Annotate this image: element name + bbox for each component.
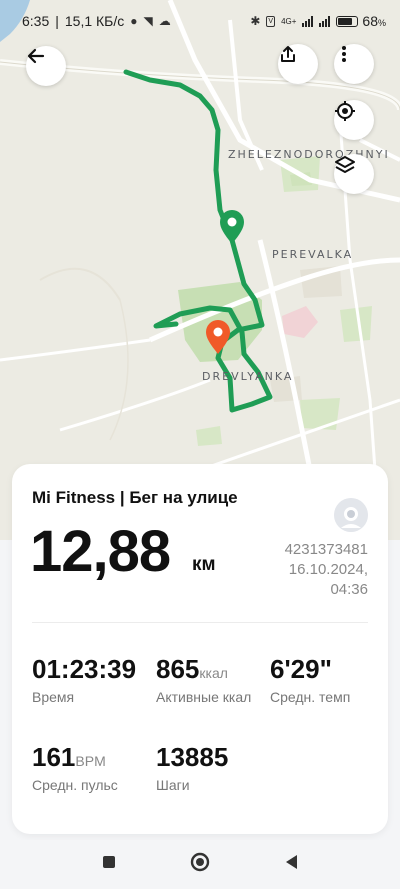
divider — [32, 622, 368, 623]
locate-button[interactable] — [334, 100, 374, 140]
circle-icon — [190, 852, 210, 872]
locate-icon — [335, 101, 355, 121]
stat-label: Активные ккал — [156, 689, 252, 705]
workout-date: 16.10.2024, — [288, 561, 368, 578]
system-nav-bar — [0, 840, 400, 889]
status-speed: 15,1 КБ/с — [64, 13, 125, 29]
workout-time: 04:36 — [330, 581, 368, 598]
battery-indicator: 68% — [336, 13, 386, 29]
stat-value: 865 — [156, 654, 200, 684]
user-id: 4231373481 — [284, 541, 368, 558]
back-button[interactable] — [26, 46, 66, 86]
bluetooth-icon: ✱ — [250, 14, 261, 28]
distance-value: 12,88 — [30, 519, 171, 584]
status-time: 6:35 — [22, 13, 50, 29]
avatar[interactable] — [334, 498, 368, 532]
share-icon — [281, 46, 295, 62]
chat-icon: ● — [130, 14, 138, 28]
back-icon — [27, 48, 45, 64]
battery-level: 68% — [362, 13, 386, 29]
cloud-icon: ☁ — [158, 14, 171, 28]
distance-unit: км — [192, 554, 216, 575]
layers-icon — [335, 156, 355, 173]
home-button[interactable] — [189, 851, 211, 878]
stat-duration: 01:23:39 Время — [32, 654, 136, 705]
signal2-icon — [319, 15, 331, 27]
stat-label: Средн. темп — [270, 689, 351, 705]
map-label-perevalka: PEREVALKA — [272, 248, 354, 261]
status-divider: | — [55, 13, 59, 29]
route-map[interactable]: ZHELEZNODOROZHNYI PEREVALKA DREVLYANKA — [0, 0, 400, 540]
stat-label: Шаги — [156, 777, 190, 793]
signal-icon — [302, 15, 314, 27]
stat-pace: 6'29" Средн. темп — [270, 654, 350, 705]
workout-meta: 4231373481 16.10.2024, 04:36 — [285, 540, 368, 600]
nav-back-button[interactable] — [283, 853, 299, 876]
stat-unit: BPM — [75, 753, 106, 769]
triangle-back-icon — [286, 855, 297, 869]
more-button[interactable] — [334, 44, 374, 84]
network-type: 4G+ — [281, 16, 297, 26]
layers-button[interactable] — [334, 154, 374, 194]
volte-icon: V — [266, 15, 276, 27]
stat-calories: 865ккал Активные ккал — [156, 654, 251, 705]
workout-title: Mi Fitness | Бег на улице — [32, 488, 238, 507]
user-icon — [334, 498, 368, 532]
rss-icon: ◥ — [143, 14, 153, 28]
status-bar: 6:35 | 15,1 КБ/с ● ◥ ☁ ✱ V 4G+ 68% — [0, 0, 400, 42]
stat-value: 13885 — [156, 742, 229, 772]
stat-value: 01:23:39 — [32, 654, 137, 684]
stat-steps: 13885 Шаги — [156, 742, 228, 793]
stat-label: Время — [32, 689, 75, 705]
stat-value: 6'29" — [270, 654, 332, 684]
share-button[interactable] — [278, 44, 318, 84]
stat-value: 161 — [32, 742, 76, 772]
stat-heart-rate: 161BPM Средн. пульс — [32, 742, 118, 793]
more-icon — [342, 46, 346, 62]
map-canvas — [0, 0, 400, 540]
workout-summary-card: Mi Fitness | Бег на улице 12,88 км 42313… — [12, 464, 388, 834]
battery-icon — [336, 15, 359, 27]
stat-label: Средн. пульс — [32, 777, 118, 793]
square-icon — [103, 856, 115, 868]
stat-unit: ккал — [199, 665, 228, 681]
recents-button[interactable] — [101, 854, 117, 875]
map-label-drevlyanka: DREVLYANKA — [202, 370, 294, 383]
